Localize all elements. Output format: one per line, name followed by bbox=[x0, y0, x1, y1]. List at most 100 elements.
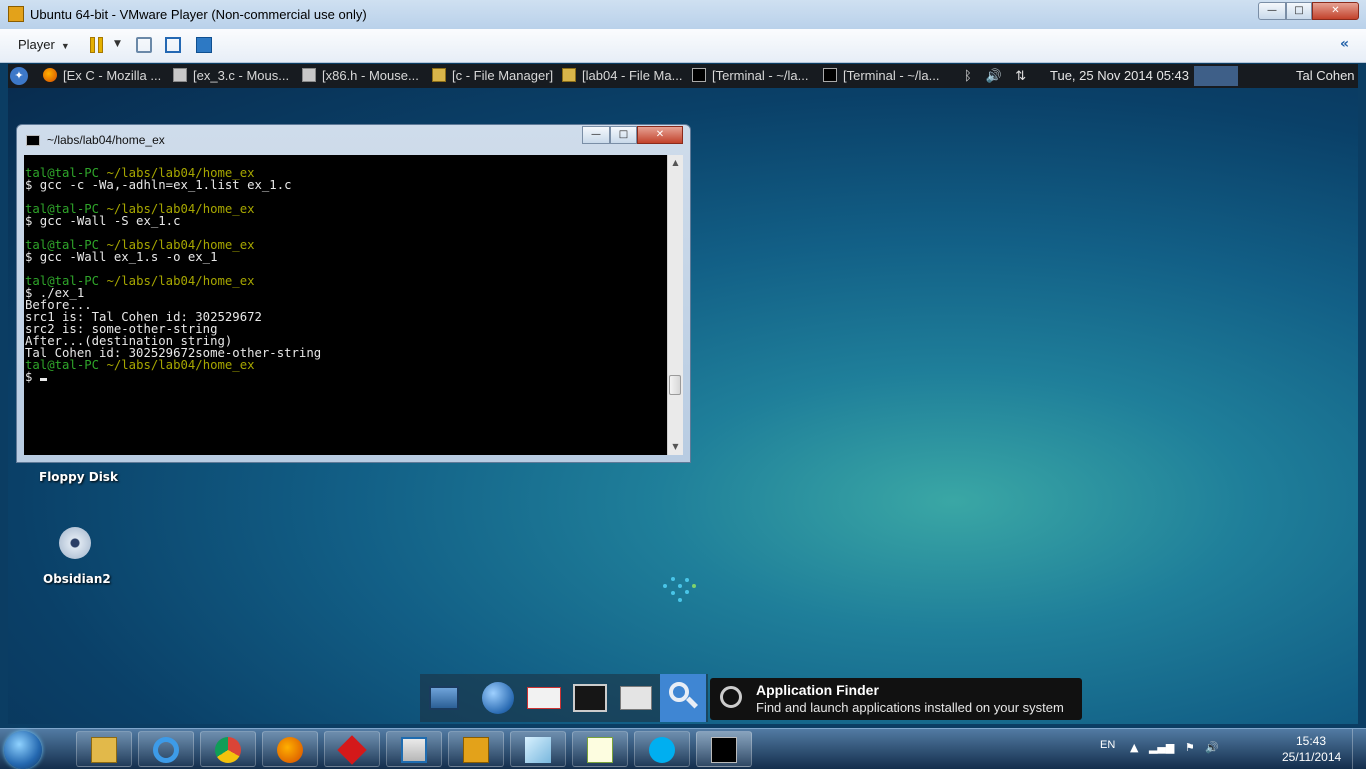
mail-icon[interactable] bbox=[524, 678, 564, 718]
internet-explorer-icon[interactable] bbox=[138, 731, 194, 767]
desktop-icon[interactable] bbox=[424, 678, 464, 718]
speaker-icon[interactable]: 🔊 bbox=[1205, 741, 1219, 754]
search-icon bbox=[720, 686, 742, 708]
ruby-icon[interactable] bbox=[324, 731, 380, 767]
tooltip-description: Find and launch applications installed o… bbox=[756, 700, 1064, 715]
terminal-input-line: $ bbox=[25, 371, 667, 383]
folder-icon bbox=[432, 68, 446, 82]
skype-icon[interactable] bbox=[634, 731, 690, 767]
taskbar-window-button[interactable]: [x86.h - Mouse... bbox=[302, 64, 427, 88]
app-finder-tooltip: Application Finder Find and launch appli… bbox=[710, 678, 1082, 720]
player-menu-label: Player bbox=[18, 37, 55, 52]
volume-icon[interactable]: 🔊 bbox=[985, 68, 1001, 83]
command-prompt-icon[interactable] bbox=[696, 731, 752, 767]
vmware-toolbar: Player ▼ ▼ « bbox=[0, 29, 1366, 63]
terminal-output-line: $ gcc -c -Wa,-adhln=ex_1.list ex_1.c bbox=[25, 178, 292, 192]
app-finder-icon[interactable] bbox=[660, 674, 706, 722]
terminal-scrollbar[interactable]: ▲ ▼ bbox=[667, 155, 683, 455]
vmware-title-bar: Ubuntu 64-bit - VMware Player (Non-comme… bbox=[0, 0, 1366, 29]
terminal-icon[interactable] bbox=[570, 678, 610, 718]
system-date[interactable]: 25/11/2014 bbox=[1282, 750, 1341, 764]
show-hidden-icons-icon[interactable]: ▲ bbox=[1130, 741, 1138, 754]
windows-taskbar: EN ▲ ▂▄▆ ⚑ 🔊 15:43 25/11/2014 bbox=[0, 728, 1366, 769]
editor-icon bbox=[173, 68, 187, 82]
terminal-prompt-line: tal@tal-PC ~/labs/lab04/home_ex bbox=[25, 359, 667, 371]
chevron-down-icon[interactable]: ▼ bbox=[114, 39, 121, 55]
notes-icon[interactable] bbox=[510, 731, 566, 767]
pause-icon[interactable] bbox=[90, 37, 104, 53]
taskbar-window-button[interactable]: [Ex C - Mozilla ... bbox=[43, 64, 168, 88]
applications-menu-icon[interactable]: ✦ bbox=[10, 67, 28, 85]
desktop-icon-floppy-disk[interactable]: Floppy Disk bbox=[39, 470, 118, 484]
workspace-switcher[interactable] bbox=[1194, 66, 1238, 86]
text-cursor bbox=[39, 378, 47, 381]
scroll-up-icon[interactable]: ▲ bbox=[668, 156, 683, 170]
taskbar-window-button[interactable]: [ex_3.c - Mous... bbox=[173, 64, 298, 88]
user-menu[interactable]: Tal Cohen bbox=[1296, 64, 1355, 88]
task-label: [Terminal - ~/la... bbox=[712, 68, 809, 83]
notepad-plus-plus-icon[interactable] bbox=[572, 731, 628, 767]
terminal-output-line: $ ./ex_1 bbox=[25, 286, 85, 300]
terminal-window: ~/labs/lab04/home_ex — □ ✕ tal@tal-PC ~/… bbox=[16, 124, 691, 463]
task-label: [Ex C - Mozilla ... bbox=[63, 68, 162, 83]
taskbar-window-button[interactable]: [Terminal - ~/la... bbox=[692, 64, 817, 88]
terminal-output-line: $ gcc -Wall ex_1.s -o ex_1 bbox=[25, 250, 218, 264]
xfce-dock bbox=[420, 674, 708, 722]
loading-spinner-icon bbox=[663, 574, 703, 604]
terminal-title: ~/labs/lab04/home_ex bbox=[47, 133, 165, 147]
scroll-thumb[interactable] bbox=[669, 375, 681, 395]
panel-clock[interactable]: Tue, 25 Nov 2014 05:43 bbox=[1050, 64, 1189, 88]
collapse-toolbar-icon[interactable]: « bbox=[1340, 36, 1349, 52]
task-label: [Terminal - ~/la... bbox=[843, 68, 940, 83]
terminal-close-button[interactable]: ✕ bbox=[637, 126, 683, 144]
task-label: [lab04 - File Ma... bbox=[582, 68, 683, 83]
vmware-icon bbox=[8, 6, 24, 22]
terminal-output[interactable]: tal@tal-PC ~/labs/lab04/home_ex $ gcc -c … bbox=[24, 155, 667, 455]
language-indicator[interactable]: EN bbox=[1100, 739, 1115, 751]
scroll-down-icon[interactable]: ▼ bbox=[668, 440, 683, 454]
editor-icon bbox=[302, 68, 316, 82]
terminal-icon bbox=[26, 135, 40, 146]
close-button[interactable]: ✕ bbox=[1312, 2, 1359, 20]
chrome-icon[interactable] bbox=[200, 731, 256, 767]
folder-icon bbox=[562, 68, 576, 82]
file-manager-icon[interactable] bbox=[616, 678, 656, 718]
terminal-prompt-line: tal@tal-PC ~/labs/lab04/home_ex bbox=[25, 275, 667, 287]
input-prompt: $ bbox=[25, 370, 40, 384]
taskbar-window-button[interactable]: [Terminal - ~/la... bbox=[823, 64, 958, 88]
panel-tray: ᛒ 🔊 ⇅ bbox=[964, 64, 1036, 88]
vmware-workstation-icon[interactable] bbox=[386, 731, 442, 767]
action-center-flag-icon[interactable]: ⚑ bbox=[1185, 741, 1195, 754]
notification-area: ▲ ▂▄▆ ⚑ 🔊 bbox=[1130, 741, 1226, 754]
vmware-player-icon[interactable] bbox=[448, 731, 504, 767]
player-menu-button[interactable]: Player ▼ bbox=[12, 35, 76, 55]
bluetooth-icon[interactable]: ᛒ bbox=[964, 68, 972, 83]
firefox-icon[interactable] bbox=[262, 731, 318, 767]
firefox-icon bbox=[43, 68, 57, 82]
tooltip-title: Application Finder bbox=[756, 682, 879, 698]
system-time[interactable]: 15:43 bbox=[1296, 734, 1326, 748]
optical-disc-icon[interactable] bbox=[59, 527, 91, 559]
desktop-icon-obsidian2[interactable]: Obsidian2 bbox=[43, 572, 111, 586]
task-label: [c - File Manager] bbox=[452, 68, 554, 83]
fullscreen-icon[interactable] bbox=[165, 37, 181, 53]
start-button[interactable] bbox=[4, 731, 42, 769]
terminal-maximize-button[interactable]: □ bbox=[610, 126, 637, 144]
unity-icon[interactable] bbox=[196, 37, 212, 53]
maximize-button[interactable]: □ bbox=[1286, 2, 1312, 20]
taskbar-window-button[interactable]: [lab04 - File Ma... bbox=[562, 64, 687, 88]
web-browser-icon[interactable] bbox=[478, 678, 518, 718]
prompt-path: ~/labs/lab04/home_ex bbox=[106, 358, 255, 372]
explorer-icon[interactable] bbox=[76, 731, 132, 767]
minimize-button[interactable]: — bbox=[1258, 2, 1286, 20]
taskbar-window-button[interactable]: [c - File Manager] bbox=[432, 64, 557, 88]
show-desktop-button[interactable] bbox=[1352, 729, 1366, 769]
removable-devices-icon[interactable] bbox=[136, 37, 152, 53]
terminal-output-line: $ gcc -Wall -S ex_1.c bbox=[25, 214, 181, 228]
terminal-minimize-button[interactable]: — bbox=[582, 126, 610, 144]
signal-icon[interactable]: ▂▄▆ bbox=[1149, 741, 1174, 754]
prompt-path: ~/labs/lab04/home_ex bbox=[106, 274, 255, 288]
task-label: [ex_3.c - Mous... bbox=[193, 68, 290, 83]
network-icon[interactable]: ⇅ bbox=[1015, 68, 1026, 83]
xfce-top-panel: ✦ [Ex C - Mozilla ... [ex_3.c - Mous... [x… bbox=[8, 64, 1358, 88]
